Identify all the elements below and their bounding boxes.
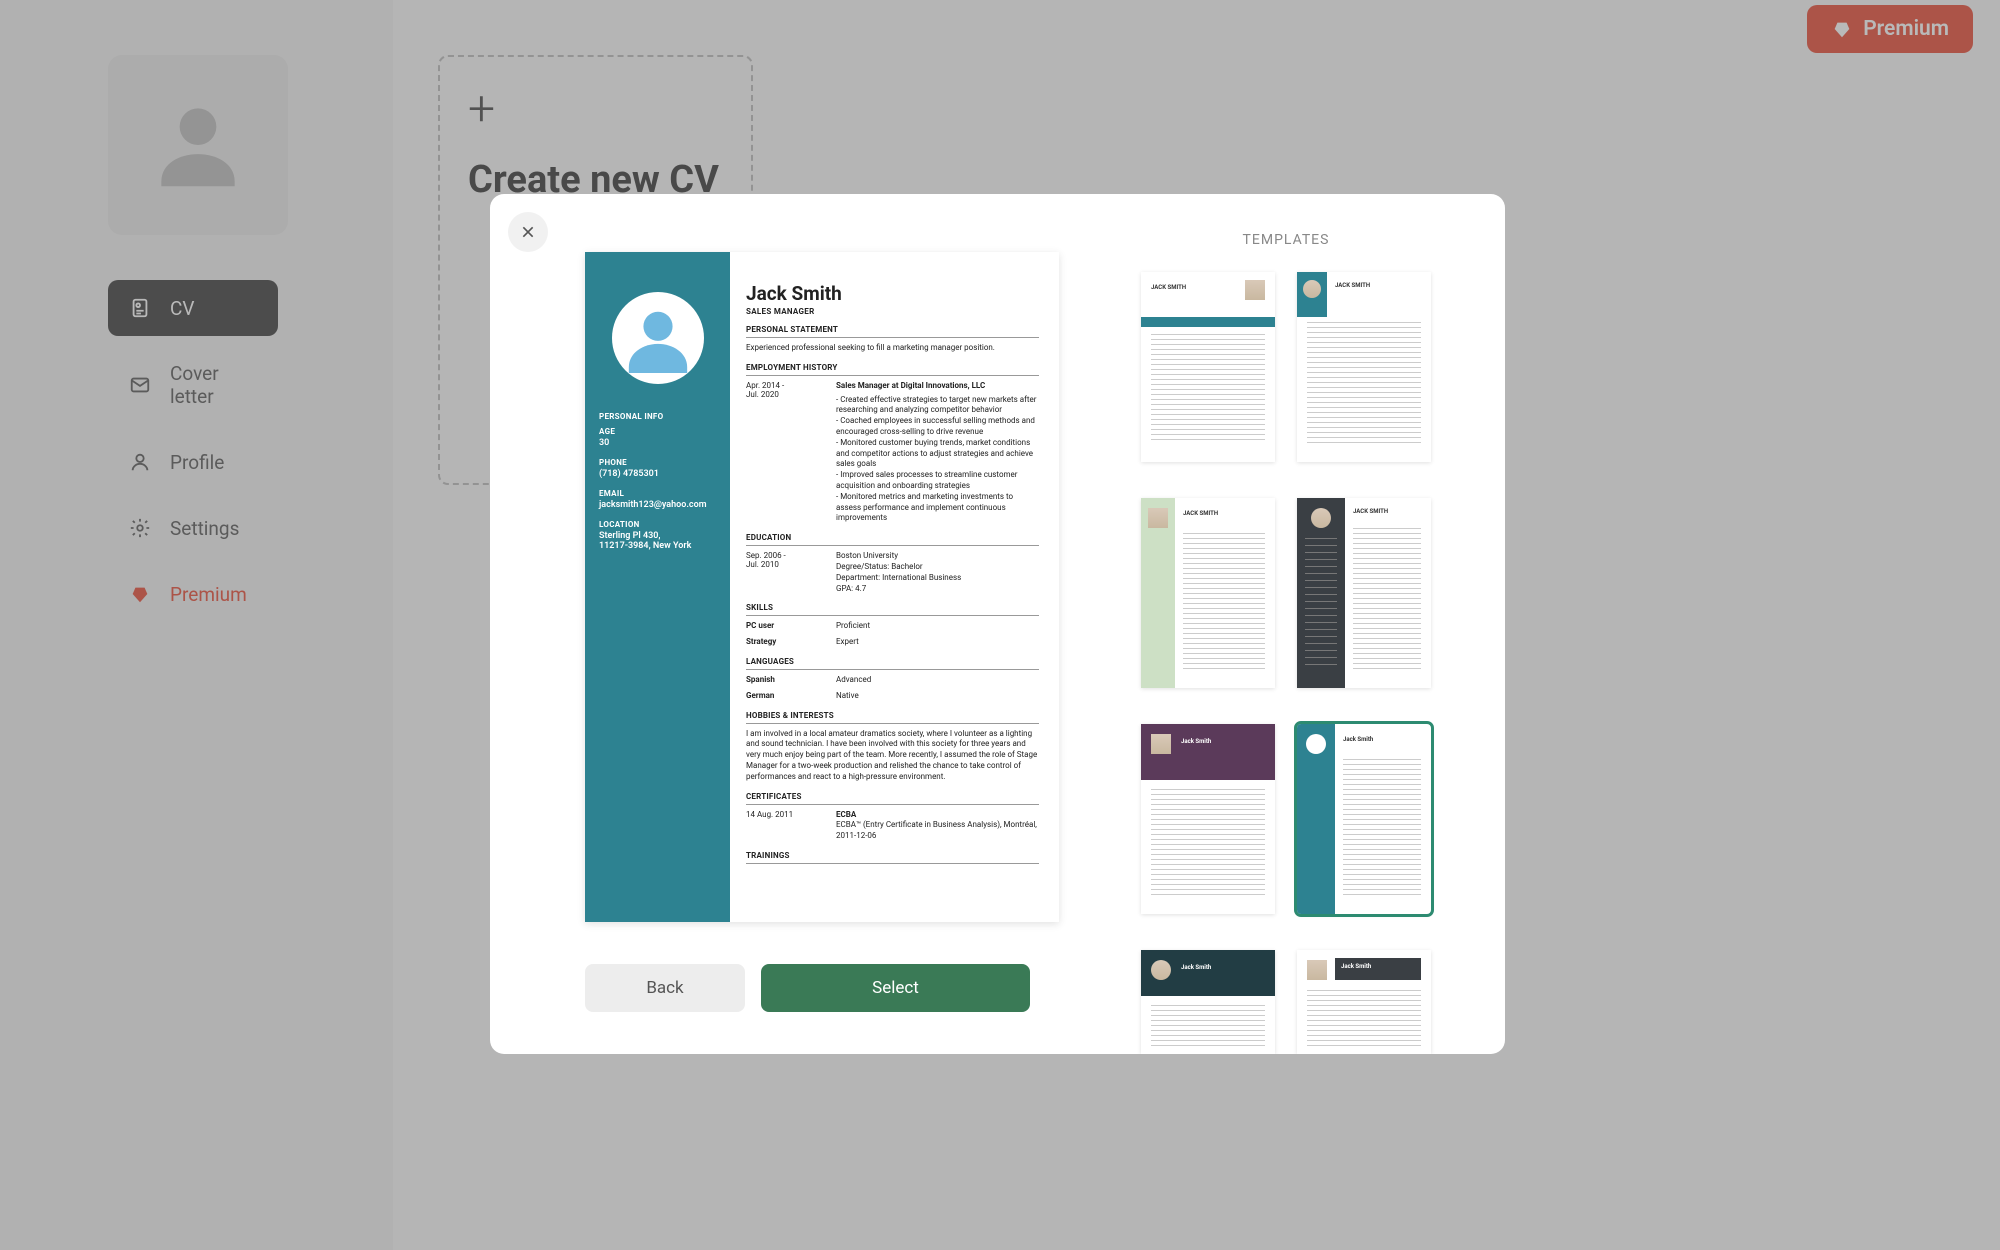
cv-loc-label: LOCATION <box>599 520 716 529</box>
cv-emp-bullets: - Created effective strategies to target… <box>836 395 1039 525</box>
template-thumb-3[interactable]: JACK SMITH <box>1141 498 1275 688</box>
template-thumb-4[interactable]: JACK SMITH <box>1297 498 1431 688</box>
cv-emp-period: Apr. 2014 - Jul. 2020 <box>746 381 826 524</box>
cv-age: 30 <box>599 438 716 448</box>
cv-preview: PERSONAL INFO AGE 30 PHONE (718) 4785301… <box>585 252 1059 922</box>
cv-sec-hobbies: HOBBIES & INTERESTS <box>746 711 1039 724</box>
cv-hobbies-text: I am involved in a local amateur dramati… <box>746 729 1039 783</box>
cv-sec-edu: EDUCATION <box>746 533 1039 546</box>
cv-edu-body: Boston University Degree/Status: Bachelo… <box>836 551 1039 594</box>
mini-name: JACK SMITH <box>1183 510 1218 517</box>
cv-sec-cert: CERTIFICATES <box>746 792 1039 805</box>
cv-skill-level: Proficient <box>836 621 1039 632</box>
templates-pane: TEMPLATES JACK SMITH JACK SMITH JACK SMI… <box>1060 194 1505 1054</box>
mini-name: Jack Smith <box>1181 738 1211 745</box>
cv-cert-date: 14 Aug. 2011 <box>746 810 826 842</box>
cv-sec-emp: EMPLOYMENT HISTORY <box>746 363 1039 376</box>
cv-age-label: AGE <box>599 427 716 436</box>
cv-skill-name: Strategy <box>746 637 826 648</box>
cv-loc: Sterling Pl 430, 11217-3984, New York <box>599 531 716 551</box>
mini-name: JACK SMITH <box>1353 508 1388 515</box>
cv-sec-statement: PERSONAL STATEMENT <box>746 325 1039 338</box>
cv-emp-job: Sales Manager at Digital Innovations, LL… <box>836 381 985 390</box>
cv-sec-skills: SKILLS <box>746 603 1039 616</box>
cv-cert-name: ECBA <box>836 810 856 819</box>
close-icon <box>520 224 536 240</box>
template-thumb-6[interactable]: Jack Smith <box>1297 724 1431 914</box>
close-button[interactable] <box>508 212 548 252</box>
modal-preview-pane: PERSONAL INFO AGE 30 PHONE (718) 4785301… <box>490 194 1060 1054</box>
cv-preview-sidebar: PERSONAL INFO AGE 30 PHONE (718) 4785301… <box>585 252 730 922</box>
cv-phone-label: PHONE <box>599 458 716 467</box>
template-modal: PERSONAL INFO AGE 30 PHONE (718) 4785301… <box>490 194 1505 1054</box>
cv-emp-body: Sales Manager at Digital Innovations, LL… <box>836 381 1039 524</box>
cv-email: jacksmith123@yahoo.com <box>599 500 716 510</box>
back-button[interactable]: Back <box>585 964 745 1012</box>
select-button[interactable]: Select <box>761 964 1030 1012</box>
cv-cert-desc: ECBA™ (Entry Certificate in Business Ana… <box>836 820 1039 842</box>
template-thumb-7[interactable]: Jack Smith <box>1141 950 1275 1054</box>
cv-lang-level: Advanced <box>836 675 1039 686</box>
mini-name: Jack Smith <box>1181 964 1211 971</box>
cv-skill-level: Expert <box>836 637 1039 648</box>
cv-role: SALES MANAGER <box>746 307 1039 316</box>
cv-lang-name: Spanish <box>746 675 826 686</box>
modal-actions: Back Select <box>585 964 1030 1012</box>
template-thumb-8[interactable]: Jack Smith <box>1297 950 1431 1054</box>
template-thumb-1[interactable]: JACK SMITH <box>1141 272 1275 462</box>
templates-heading: TEMPLATES <box>1115 232 1457 248</box>
cv-sec-lang: LANGUAGES <box>746 657 1039 670</box>
cv-edu-period: Sep. 2006 - Jul. 2010 <box>746 551 826 594</box>
cv-phone: (718) 4785301 <box>599 469 716 479</box>
mini-name: JACK SMITH <box>1335 282 1370 289</box>
cv-cert-body: ECBA ECBA™ (Entry Certificate in Busines… <box>836 810 1039 842</box>
template-thumb-5[interactable]: Jack Smith <box>1141 724 1275 914</box>
templates-grid: JACK SMITH JACK SMITH JACK SMITH <box>1115 272 1457 1054</box>
cv-avatar <box>612 292 704 384</box>
cv-lang-name: German <box>746 691 826 702</box>
person-placeholder-icon <box>623 303 693 373</box>
mini-name: Jack Smith <box>1343 736 1373 743</box>
cv-statement-text: Experienced professional seeking to fill… <box>746 343 1039 354</box>
cv-lang-level: Native <box>836 691 1039 702</box>
cv-email-label: EMAIL <box>599 489 716 498</box>
cv-preview-body: Jack Smith SALES MANAGER PERSONAL STATEM… <box>730 252 1059 922</box>
mini-name: Jack Smith <box>1341 963 1371 970</box>
cv-name: Jack Smith <box>746 282 1039 305</box>
template-thumb-2[interactable]: JACK SMITH <box>1297 272 1431 462</box>
cv-info-title: PERSONAL INFO <box>599 412 716 421</box>
cv-skill-name: PC user <box>746 621 826 632</box>
cv-sec-train: TRAININGS <box>746 851 1039 864</box>
mini-name: JACK SMITH <box>1151 284 1186 291</box>
